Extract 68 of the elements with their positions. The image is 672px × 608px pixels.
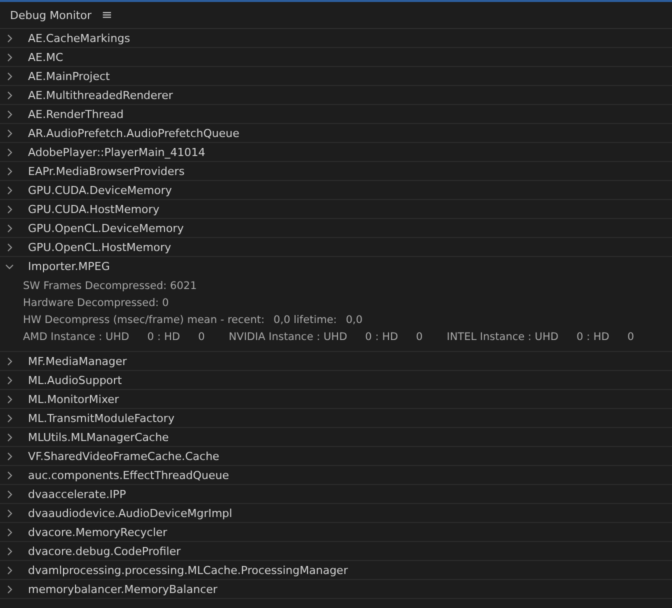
tree-item-label[interactable]: dvaaudiodevice.AudioDeviceMgrImpl xyxy=(28,506,232,520)
tree-item-label[interactable]: GPU.CUDA.HostMemory xyxy=(28,202,160,216)
detail-text: 0 xyxy=(627,330,634,342)
tree-item-label[interactable]: GPU.OpenCL.DeviceMemory xyxy=(28,222,184,234)
tree-item-label[interactable]: AE.MultithreadedRenderer xyxy=(28,88,173,102)
chevron-right-icon[interactable] xyxy=(5,376,14,384)
chevron-right-icon[interactable] xyxy=(5,432,14,442)
tree-item-label[interactable]: auc.components.EffectThreadQueue xyxy=(28,468,229,482)
chevron-right-icon[interactable] xyxy=(5,508,14,518)
tree-item-label[interactable]: GPU.OpenCL.HostMemory xyxy=(28,240,172,254)
detail-text: HW Decompress (msec/frame) mean - recent: xyxy=(23,314,265,326)
tree-item-label[interactable]: AE.MC xyxy=(28,50,64,64)
chevron-right-icon[interactable] xyxy=(5,452,14,460)
chevron-right-icon[interactable] xyxy=(5,528,14,536)
chevron-right-icon[interactable] xyxy=(5,186,14,194)
detail-text: 0,0 xyxy=(346,314,363,326)
detail-text: SW Frames Decompressed: 6021 xyxy=(23,280,197,292)
chevron-right-icon[interactable] xyxy=(5,224,14,232)
tree-item-label[interactable]: dvaaccelerate.IPP xyxy=(28,488,126,500)
tree-item-label[interactable]: memorybalancer.MemoryBalancer xyxy=(28,582,218,596)
detail-text: 0,0 lifetime: xyxy=(274,314,337,326)
chevron-right-icon[interactable] xyxy=(5,414,14,422)
detail-text: 0 : HD xyxy=(147,330,180,342)
chevron-right-icon[interactable] xyxy=(5,566,14,574)
detail-text: AMD Instance : UHD xyxy=(23,330,130,342)
panel-title: Debug Monitor xyxy=(10,8,92,22)
chevron-right-icon[interactable] xyxy=(5,110,14,118)
tree-item-label[interactable]: Importer.MPEG xyxy=(28,260,110,272)
chevron-right-icon[interactable] xyxy=(5,34,14,42)
chevron-right-icon[interactable] xyxy=(5,204,14,214)
detail-text: 0 : HD xyxy=(576,330,610,342)
chevron-right-icon[interactable] xyxy=(5,52,14,62)
chevron-right-icon[interactable] xyxy=(5,72,14,80)
tree-item-label[interactable]: ML.MonitorMixer xyxy=(28,392,119,406)
chevron-right-icon[interactable] xyxy=(5,90,14,100)
chevron-right-icon[interactable] xyxy=(5,148,14,156)
tree-item-label[interactable]: ML.TransmitModuleFactory xyxy=(28,412,174,424)
detail-text: 0 : HD xyxy=(365,330,398,342)
chevron-down-icon[interactable] xyxy=(5,262,14,270)
tree-item-label[interactable]: GPU.CUDA.DeviceMemory xyxy=(28,184,172,196)
chevron-right-icon[interactable] xyxy=(5,470,14,480)
chevron-right-icon[interactable] xyxy=(5,584,14,594)
chevron-right-icon[interactable] xyxy=(5,394,14,404)
tree-item-label[interactable]: MLUtils.MLManagerCache xyxy=(28,430,169,444)
chevron-right-icon[interactable] xyxy=(5,128,14,138)
tree-item-label[interactable]: ML.AudioSupport xyxy=(28,374,122,386)
tree-item-label[interactable]: dvacore.MemoryRecycler xyxy=(28,526,168,538)
tree-item-label[interactable]: dvacore.debug.CodeProfiler xyxy=(28,544,181,558)
chevron-right-icon[interactable] xyxy=(5,166,14,176)
tree-item-label[interactable]: AE.MainProject xyxy=(28,70,110,82)
chevron-right-icon[interactable] xyxy=(5,546,14,556)
chevron-right-icon[interactable] xyxy=(5,490,14,498)
detail-text: NVIDIA Instance : UHD xyxy=(228,330,348,342)
chevron-right-icon[interactable] xyxy=(5,356,14,366)
tree-item-label[interactable]: AE.CacheMarkings xyxy=(28,32,130,44)
tree-item-label[interactable]: AE.RenderThread xyxy=(28,108,124,120)
detail-text: 0 xyxy=(198,330,205,342)
chevron-right-icon[interactable] xyxy=(5,242,14,252)
tree-item-label[interactable]: MF.MediaManager xyxy=(28,354,127,368)
tree-item-label[interactable]: dvamlprocessing.processing.MLCache.ProcessingManager xyxy=(28,564,348,576)
detail-text: INTEL Instance : UHD xyxy=(446,330,558,342)
menu-icon[interactable]: ≡ xyxy=(102,8,112,22)
tree-item-label[interactable]: AdobePlayer::PlayerMain_41014 xyxy=(28,146,206,158)
tree-item-label[interactable]: AR.AudioPrefetch.AudioPrefetchQueue xyxy=(28,126,240,140)
tree-item-label[interactable]: EAPr.MediaBrowserProviders xyxy=(28,164,185,178)
detail-text: Hardware Decompressed: 0 xyxy=(23,296,169,308)
detail-text: 0 xyxy=(416,330,423,342)
tree-item-label[interactable]: VF.SharedVideoFrameCache.Cache xyxy=(28,450,220,462)
